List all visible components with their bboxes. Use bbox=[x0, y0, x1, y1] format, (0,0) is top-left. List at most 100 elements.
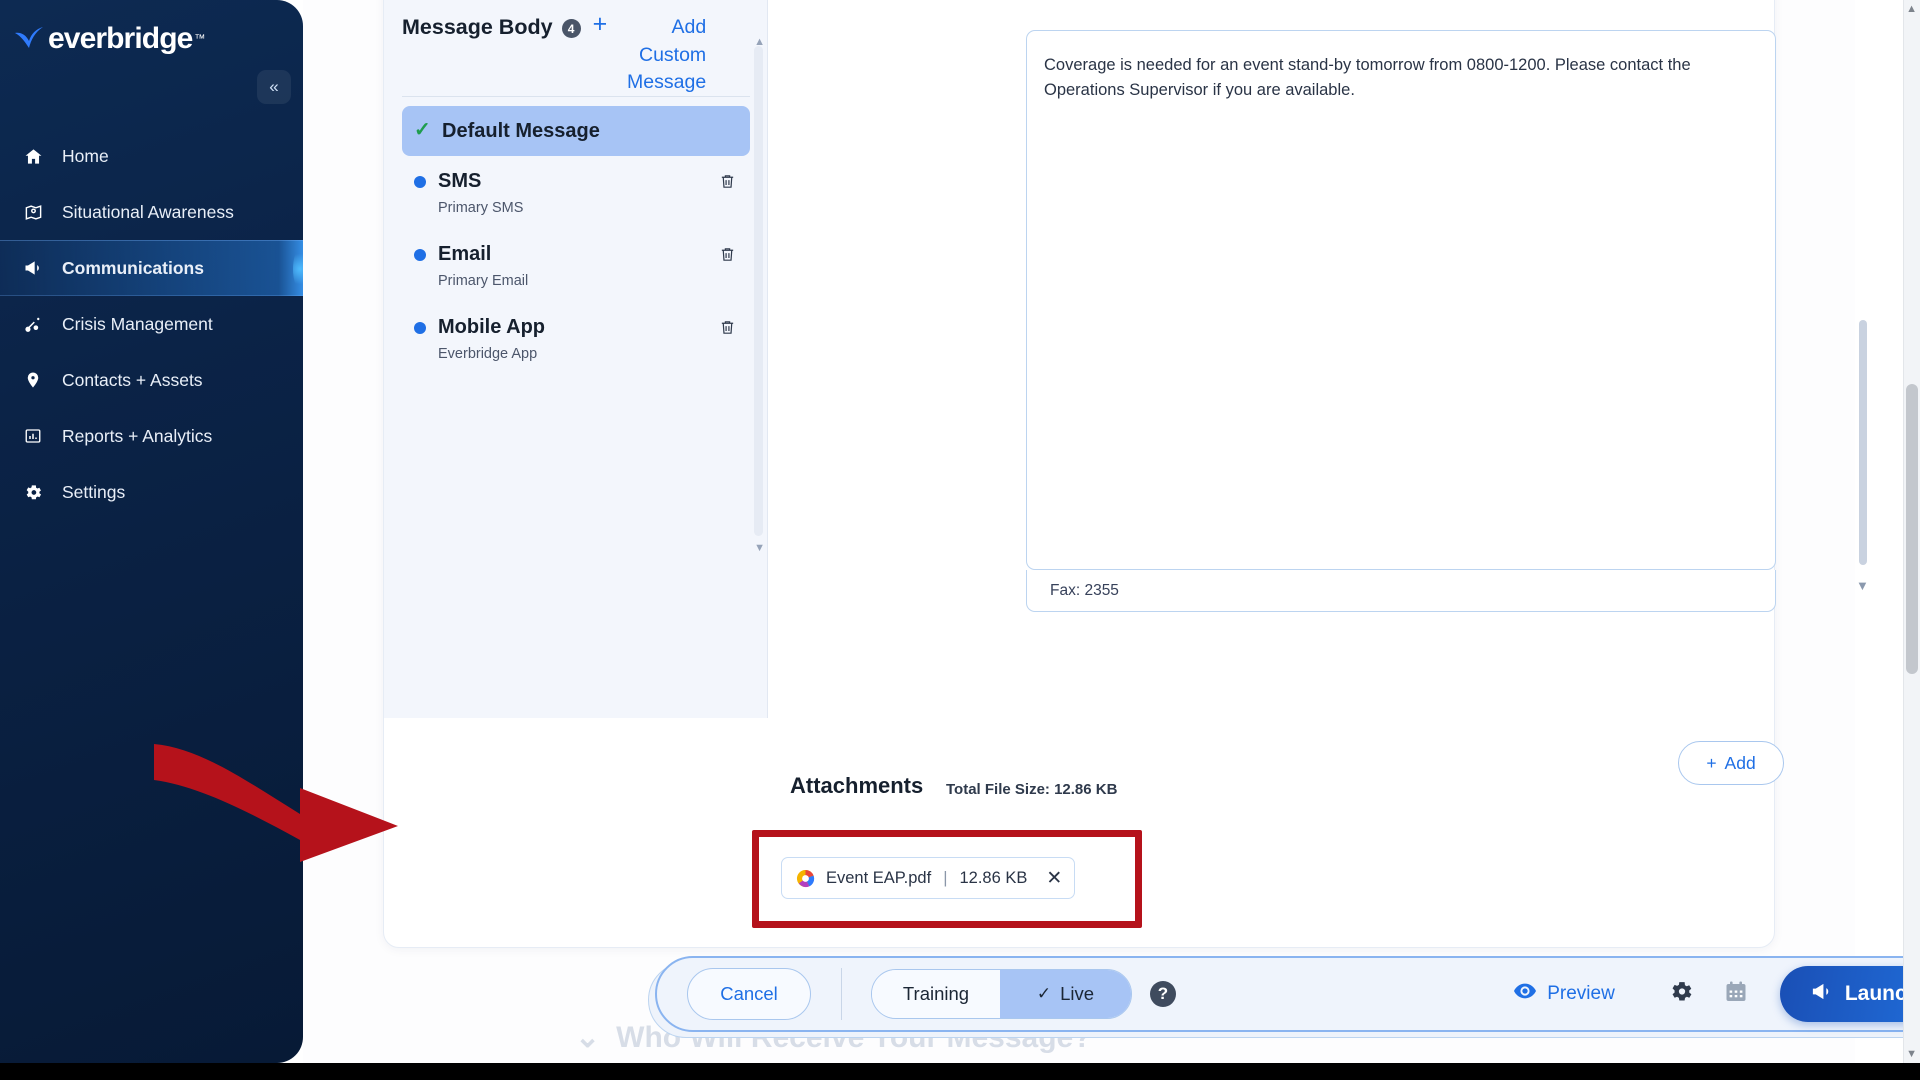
sidebar-nav: Home Situational Awareness Communication… bbox=[0, 128, 303, 520]
add-custom-message-label: Add Custom Message bbox=[627, 16, 707, 94]
attachments-title: Attachments bbox=[790, 773, 924, 798]
network-nodes-icon bbox=[22, 315, 44, 334]
editor-scrollbar[interactable] bbox=[1859, 320, 1867, 565]
help-glyph: ? bbox=[1157, 984, 1169, 1003]
delete-icon[interactable] bbox=[719, 318, 736, 342]
brand-name: everbridge bbox=[48, 22, 193, 55]
message-editor-text[interactable]: Coverage is needed for an event stand-by… bbox=[1044, 53, 1741, 103]
action-toolbar: Cancel Training ✓ Live ? Preview Launch bbox=[655, 956, 1920, 1032]
add-attachment-button[interactable]: + Add bbox=[1678, 741, 1784, 785]
plus-icon: + bbox=[592, 10, 608, 38]
page-scroll-down-icon[interactable]: ▼ bbox=[1906, 1048, 1917, 1060]
attachment-file-name: Event EAP.pdf bbox=[826, 868, 932, 887]
sidebar-item-label: Contacts + Assets bbox=[62, 369, 203, 390]
attachments-total-size: Total File Size: 12.86 KB bbox=[946, 781, 1118, 798]
sidebar-item-label: Situational Awareness bbox=[62, 201, 234, 222]
eye-icon bbox=[1514, 983, 1537, 1005]
fax-field: Fax: 2355 bbox=[1026, 570, 1776, 612]
sidebar: everbridge ™ « Home Situational Awareness bbox=[0, 0, 303, 1063]
message-editor[interactable]: Coverage is needed for an event stand-by… bbox=[1026, 30, 1776, 570]
message-list-item-sms[interactable]: SMS Primary SMS bbox=[402, 156, 750, 229]
check-icon: ✓ bbox=[1036, 984, 1052, 1003]
mode-option-training[interactable]: Training bbox=[872, 970, 1000, 1018]
sidebar-item-home[interactable]: Home bbox=[0, 128, 303, 184]
cancel-label: Cancel bbox=[720, 983, 778, 1004]
sidebar-item-settings[interactable]: Settings bbox=[0, 464, 303, 520]
schedule-calendar-button[interactable] bbox=[1724, 980, 1748, 1009]
app-screen: everbridge ™ « Home Situational Awareness bbox=[0, 0, 1920, 1080]
gear-icon bbox=[1669, 982, 1694, 1008]
sidebar-item-label: Crisis Management bbox=[62, 313, 213, 334]
sidebar-item-reports-analytics[interactable]: Reports + Analytics bbox=[0, 408, 303, 464]
main-content: Message Body 4 + Add Custom Message ✓ De… bbox=[303, 0, 1920, 1063]
preview-button[interactable]: Preview bbox=[1514, 983, 1615, 1005]
close-icon[interactable]: ✕ bbox=[1046, 869, 1062, 888]
sidebar-item-situational-awareness[interactable]: Situational Awareness bbox=[0, 184, 303, 240]
divider bbox=[402, 96, 750, 97]
status-dot-icon bbox=[414, 322, 426, 334]
sidebar-item-label: Settings bbox=[62, 481, 126, 502]
toolbar-divider bbox=[841, 968, 842, 1020]
mode-option-live[interactable]: ✓ Live bbox=[1000, 970, 1131, 1018]
sidebar-item-communications[interactable]: Communications bbox=[0, 240, 303, 296]
gear-icon bbox=[22, 483, 44, 502]
location-pin-icon bbox=[22, 371, 44, 389]
message-list-item-email[interactable]: Email Primary Email bbox=[402, 229, 750, 302]
scroll-down-arrow-icon[interactable]: ▼ bbox=[754, 542, 765, 554]
map-pin-icon bbox=[22, 203, 44, 222]
message-item-name: Mobile App bbox=[438, 316, 546, 338]
fax-label: Fax: 2355 bbox=[1050, 581, 1119, 599]
delete-icon[interactable] bbox=[719, 245, 736, 269]
message-list-item-default[interactable]: ✓ Default Message bbox=[402, 106, 750, 156]
everbridge-check-icon bbox=[12, 22, 46, 56]
message-body-title: Message Body bbox=[402, 15, 553, 39]
attachment-chip[interactable]: Event EAP.pdf | 12.86 KB ✕ bbox=[781, 857, 1076, 899]
mode-toggle[interactable]: Training ✓ Live bbox=[871, 969, 1132, 1019]
message-list-item-mobile-app[interactable]: Mobile App Everbridge App bbox=[402, 302, 750, 375]
sidebar-item-crisis-management[interactable]: Crisis Management bbox=[0, 296, 303, 352]
sidebar-item-label: Home bbox=[62, 145, 109, 166]
scroll-up-arrow-icon[interactable]: ▲ bbox=[754, 36, 765, 48]
message-item-name: Default Message bbox=[442, 120, 600, 142]
megaphone-icon bbox=[1810, 980, 1833, 1009]
page-scrollbar-thumb[interactable] bbox=[1906, 384, 1918, 674]
attachment-file-size: 12.86 KB bbox=[959, 868, 1028, 887]
attachment-separator: | bbox=[943, 868, 948, 887]
home-icon bbox=[22, 147, 44, 166]
mode-live-label: Live bbox=[1060, 983, 1095, 1004]
message-item-subtitle: Primary SMS bbox=[438, 200, 524, 216]
bar-chart-icon bbox=[22, 427, 44, 445]
add-custom-message-button[interactable]: + Add Custom Message bbox=[592, 10, 707, 97]
calendar-icon bbox=[1724, 981, 1748, 1008]
status-dot-icon bbox=[414, 176, 426, 188]
brand-tm: ™ bbox=[194, 33, 206, 45]
help-icon[interactable]: ? bbox=[1150, 981, 1176, 1007]
delete-icon[interactable] bbox=[719, 172, 736, 196]
message-item-subtitle: Primary Email bbox=[438, 273, 529, 289]
message-body-header: Message Body 4 + Add Custom Message bbox=[402, 10, 752, 97]
status-dot-icon bbox=[414, 249, 426, 261]
chevron-double-left-icon: « bbox=[269, 77, 279, 96]
message-item-name: SMS bbox=[438, 170, 482, 192]
check-icon: ✓ bbox=[414, 119, 431, 141]
settings-gear-button[interactable] bbox=[1669, 979, 1694, 1009]
chevron-down-icon: ⌄ bbox=[575, 1021, 601, 1054]
sidebar-collapse-button[interactable]: « bbox=[257, 70, 291, 104]
cancel-button[interactable]: Cancel bbox=[687, 968, 811, 1020]
sidebar-item-label: Communications bbox=[62, 257, 204, 278]
page-scroll-up-icon[interactable]: ▲ bbox=[1906, 3, 1917, 15]
sidebar-item-contacts-assets[interactable]: Contacts + Assets bbox=[0, 352, 303, 408]
message-body-panel: Message Body 4 + Add Custom Message ✓ De… bbox=[384, 0, 768, 718]
brand-logo[interactable]: everbridge ™ bbox=[12, 22, 205, 56]
preview-label: Preview bbox=[1547, 983, 1615, 1004]
message-item-subtitle: Everbridge App bbox=[438, 346, 538, 362]
pdf-ring-icon bbox=[796, 869, 815, 888]
launch-communication-button[interactable]: Launch Communication bbox=[1779, 966, 1920, 1022]
editor-scroll-down-icon[interactable]: ▼ bbox=[1856, 578, 1869, 593]
plus-icon: + bbox=[1706, 752, 1717, 773]
message-item-name: Email bbox=[438, 243, 492, 265]
message-list-scrollbar[interactable] bbox=[754, 46, 763, 536]
message-body-count-badge: 4 bbox=[561, 19, 581, 38]
message-list: ✓ Default Message SMS Primary SMS Email … bbox=[402, 106, 750, 646]
mode-training-label: Training bbox=[902, 983, 970, 1004]
